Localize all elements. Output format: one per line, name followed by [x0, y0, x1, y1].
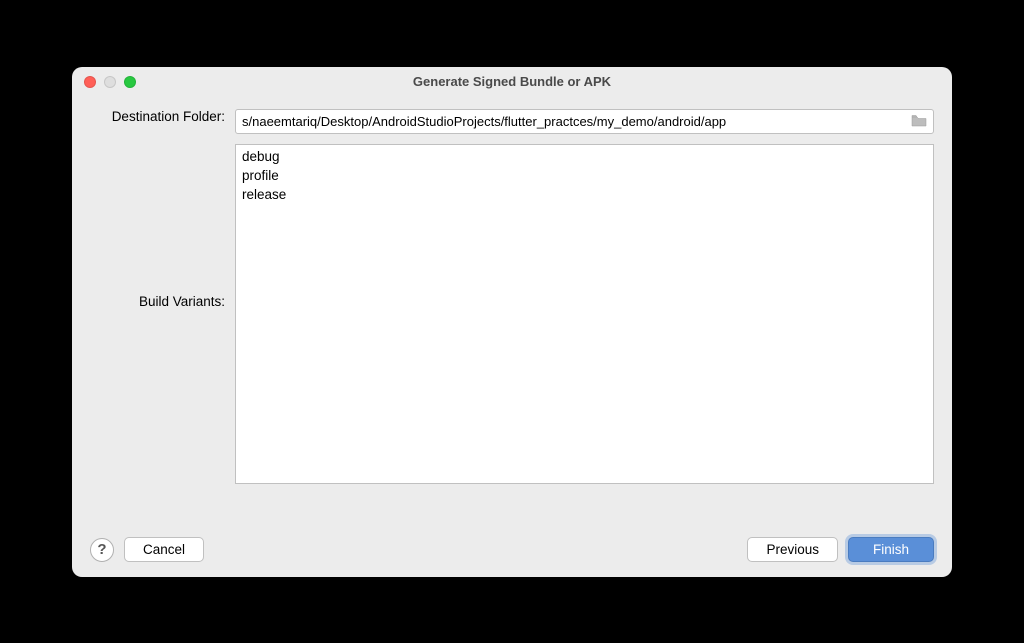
titlebar: Generate Signed Bundle or APK: [72, 67, 952, 97]
traffic-lights: [84, 76, 136, 88]
destination-field-col: [235, 109, 934, 134]
cancel-label: Cancel: [143, 542, 185, 557]
previous-label: Previous: [766, 542, 819, 557]
build-variants-label: Build Variants:: [90, 144, 235, 309]
destination-input-wrapper: [235, 109, 934, 134]
close-icon[interactable]: [84, 76, 96, 88]
cancel-button[interactable]: Cancel: [124, 537, 204, 562]
minimize-icon: [104, 76, 116, 88]
help-button[interactable]: ?: [90, 538, 114, 562]
help-icon: ?: [97, 541, 106, 558]
finish-button[interactable]: Finish: [848, 537, 934, 562]
dialog-footer: ? Cancel Previous Finish: [72, 523, 952, 577]
variants-field-col: debug profile release: [235, 144, 934, 484]
finish-label: Finish: [873, 542, 909, 557]
variants-row: Build Variants: debug profile release: [90, 144, 934, 484]
destination-row: Destination Folder:: [90, 109, 934, 134]
dialog-content: Destination Folder: Build Variants: debu…: [72, 97, 952, 523]
destination-label: Destination Folder:: [90, 109, 235, 124]
window-title: Generate Signed Bundle or APK: [413, 74, 611, 89]
dialog-window: Generate Signed Bundle or APK Destinatio…: [72, 67, 952, 577]
list-item[interactable]: release: [240, 185, 929, 204]
folder-icon: [911, 115, 927, 127]
maximize-icon[interactable]: [124, 76, 136, 88]
variants-list[interactable]: debug profile release: [235, 144, 934, 484]
destination-input[interactable]: [242, 114, 909, 129]
list-item[interactable]: profile: [240, 166, 929, 185]
previous-button[interactable]: Previous: [747, 537, 838, 562]
browse-button[interactable]: [909, 113, 929, 129]
list-item[interactable]: debug: [240, 147, 929, 166]
